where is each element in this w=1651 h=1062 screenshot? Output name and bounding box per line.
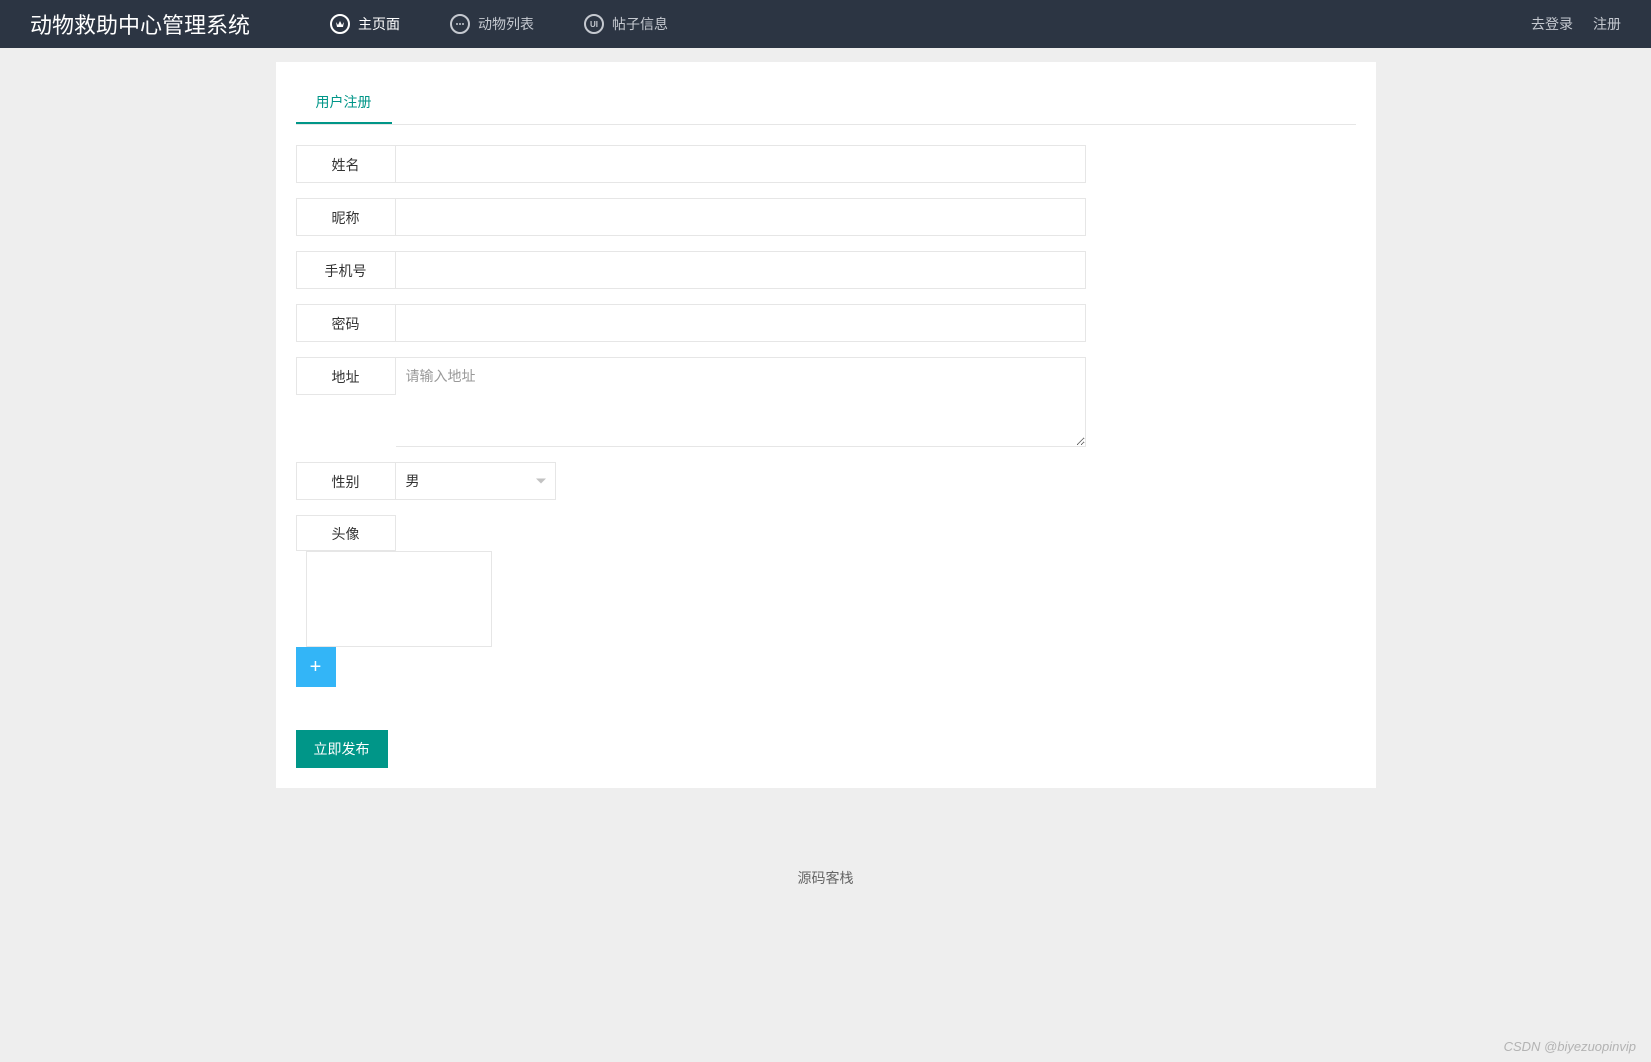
login-link[interactable]: 去登录 [1531,14,1573,34]
submit-button[interactable]: 立即发布 [296,730,388,768]
avatar-section: 头像 + [296,515,1356,687]
footer-text: 源码客栈 [798,870,854,886]
password-input[interactable] [396,304,1086,342]
address-label: 地址 [296,357,396,395]
password-label: 密码 [296,304,396,342]
nav-posts-label: 帖子信息 [612,14,668,34]
footer: 源码客栈 [0,838,1651,918]
tab-register[interactable]: 用户注册 [296,82,392,124]
gender-select[interactable]: 男 [396,462,556,500]
gender-label: 性别 [296,462,396,500]
form-row-gender: 性别 男 [296,462,1356,500]
form-row-phone: 手机号 [296,251,1086,289]
phone-input[interactable] [396,251,1086,289]
nav-home-label: 主页面 [358,14,400,34]
navbar: 动物救助中心管理系统 主页面 动物列表 UI 帖子信息 去登录 注册 [0,0,1651,48]
add-avatar-button[interactable]: + [296,647,336,687]
form-row-nickname: 昵称 [296,198,1086,236]
form-row-address: 地址 [296,357,1086,447]
nav-links: 主页面 动物列表 UI 帖子信息 [330,14,1531,34]
nav-animals[interactable]: 动物列表 [450,14,534,34]
dots-icon [450,14,470,34]
main-container: 用户注册 姓名 昵称 手机号 密码 地址 性别 男 头像 + 立即发布 [276,62,1376,788]
form-row-name: 姓名 [296,145,1086,183]
address-input[interactable] [396,357,1086,447]
name-input[interactable] [396,145,1086,183]
nav-right: 去登录 注册 [1531,14,1621,34]
avatar-label: 头像 [296,515,396,551]
tab-bar: 用户注册 [296,82,1356,125]
crown-icon [330,14,350,34]
nickname-label: 昵称 [296,198,396,236]
name-label: 姓名 [296,145,396,183]
gender-select-wrap: 男 [396,462,556,500]
register-link[interactable]: 注册 [1593,14,1621,34]
brand-title: 动物救助中心管理系统 [30,8,250,40]
nav-home[interactable]: 主页面 [330,14,400,34]
ui-icon: UI [584,14,604,34]
form-row-password: 密码 [296,304,1086,342]
phone-label: 手机号 [296,251,396,289]
nickname-input[interactable] [396,198,1086,236]
avatar-preview [306,551,492,647]
watermark: CSDN @biyezuopinvip [1504,1039,1636,1054]
nav-animals-label: 动物列表 [478,14,534,34]
nav-posts[interactable]: UI 帖子信息 [584,14,668,34]
